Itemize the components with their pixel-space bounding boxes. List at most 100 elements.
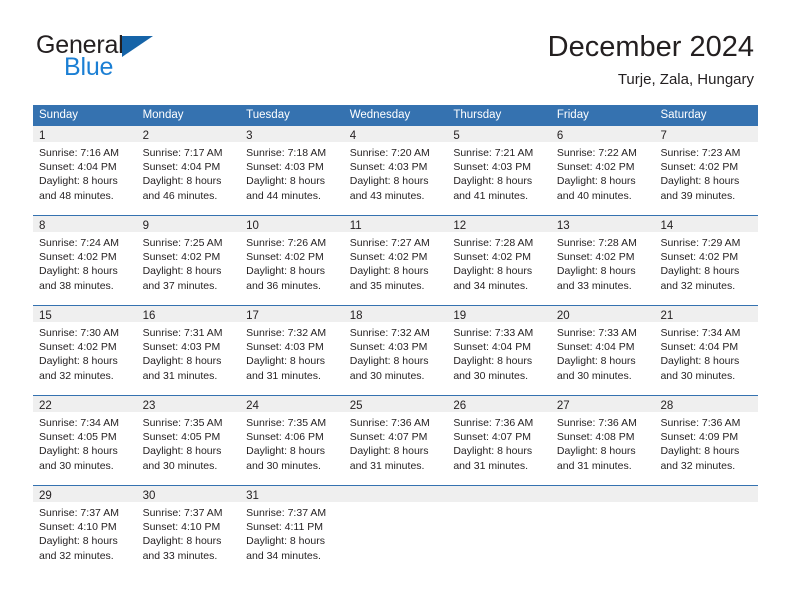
day-cell[interactable]: 3 Sunrise: 7:18 AM Sunset: 4:03 PM Dayli… [240, 126, 344, 215]
daylight-text-line2: and 37 minutes. [142, 279, 218, 292]
daylight-text-line2: and 31 minutes. [453, 459, 529, 472]
day-details: Sunrise: 7:28 AM Sunset: 4:02 PM Dayligh… [447, 232, 551, 293]
day-number: 15 [39, 310, 52, 322]
daylight-text-line2: and 30 minutes. [39, 459, 114, 472]
sunset-text: Sunset: 4:03 PM [349, 341, 428, 354]
day-cell[interactable]: 19 Sunrise: 7:33 AM Sunset: 4:04 PM Dayl… [447, 306, 551, 395]
day-number: 22 [39, 400, 52, 412]
day-number: 25 [349, 400, 363, 412]
day-cell[interactable]: 16 Sunrise: 7:31 AM Sunset: 4:03 PM Dayl… [136, 306, 241, 395]
daylight-text-line2: and 30 minutes. [142, 459, 218, 472]
day-cell[interactable]: 7 Sunrise: 7:23 AM Sunset: 4:02 PM Dayli… [654, 126, 759, 215]
day-cell[interactable]: 20 Sunrise: 7:33 AM Sunset: 4:04 PM Dayl… [550, 306, 655, 395]
day-cell[interactable]: 11 Sunrise: 7:27 AM Sunset: 4:02 PM Dayl… [343, 216, 448, 305]
day-number-band [550, 486, 655, 502]
daylight-text-line1: Daylight: 8 hours [556, 355, 636, 368]
day-cell[interactable]: 25 Sunrise: 7:36 AM Sunset: 4:07 PM Dayl… [343, 396, 448, 485]
sunrise-text: Sunrise: 7:37 AM [142, 507, 223, 519]
day-cell[interactable]: 23 Sunrise: 7:35 AM Sunset: 4:05 PM Dayl… [136, 396, 241, 485]
week-row: 15 Sunrise: 7:30 AM Sunset: 4:02 PM Dayl… [33, 305, 759, 395]
daylight-text-line2: and 31 minutes. [349, 459, 425, 472]
day-cell[interactable]: 30 Sunrise: 7:37 AM Sunset: 4:10 PM Dayl… [136, 486, 241, 575]
day-number-band: 22 [33, 396, 137, 412]
day-cell[interactable]: 22 Sunrise: 7:34 AM Sunset: 4:05 PM Dayl… [33, 396, 137, 485]
daylight-text-line1: Daylight: 8 hours [453, 265, 533, 278]
day-number-band: 25 [343, 396, 448, 412]
day-number: 8 [39, 220, 46, 232]
day-cell-empty [550, 486, 655, 575]
day-number-band: 1 [33, 126, 137, 142]
day-details: Sunrise: 7:32 AM Sunset: 4:03 PM Dayligh… [240, 322, 344, 383]
sunset-text: Sunset: 4:09 PM [660, 431, 739, 444]
day-number-band: 15 [33, 306, 137, 322]
day-cell[interactable]: 26 Sunrise: 7:36 AM Sunset: 4:07 PM Dayl… [447, 396, 551, 485]
day-cell[interactable]: 12 Sunrise: 7:28 AM Sunset: 4:02 PM Dayl… [447, 216, 551, 305]
day-number-band: 5 [447, 126, 551, 142]
day-cell[interactable]: 4 Sunrise: 7:20 AM Sunset: 4:03 PM Dayli… [343, 126, 448, 215]
sunrise-text: Sunrise: 7:17 AM [142, 147, 223, 159]
day-number-band: 27 [550, 396, 655, 412]
day-cell[interactable]: 29 Sunrise: 7:37 AM Sunset: 4:10 PM Dayl… [33, 486, 137, 575]
day-cell[interactable]: 5 Sunrise: 7:21 AM Sunset: 4:03 PM Dayli… [447, 126, 551, 215]
day-number: 14 [660, 220, 674, 232]
sunrise-text: Sunrise: 7:26 AM [246, 237, 327, 249]
day-number: 24 [246, 400, 259, 412]
day-number-band: 20 [550, 306, 655, 322]
day-number: 23 [142, 400, 156, 412]
sunset-text: Sunset: 4:04 PM [556, 341, 635, 354]
daylight-text-line2: and 32 minutes. [39, 549, 114, 562]
daylight-text-line1: Daylight: 8 hours [246, 175, 325, 188]
general-blue-logo[interactable]: General Blue [36, 33, 276, 89]
day-details: Sunrise: 7:17 AM Sunset: 4:04 PM Dayligh… [137, 142, 241, 203]
daylight-text-line1: Daylight: 8 hours [556, 175, 636, 188]
daylight-text-line2: and 30 minutes. [556, 369, 632, 382]
day-details: Sunrise: 7:22 AM Sunset: 4:02 PM Dayligh… [551, 142, 655, 203]
day-cell[interactable]: 27 Sunrise: 7:36 AM Sunset: 4:08 PM Dayl… [550, 396, 655, 485]
weekday-wednesday: Wednesday [349, 109, 411, 121]
day-number: 5 [453, 130, 460, 142]
day-cell[interactable]: 9 Sunrise: 7:25 AM Sunset: 4:02 PM Dayli… [136, 216, 241, 305]
sunset-text: Sunset: 4:02 PM [556, 251, 635, 264]
day-number: 29 [39, 490, 52, 502]
sunrise-text: Sunrise: 7:36 AM [453, 417, 534, 429]
day-number-band: 19 [447, 306, 551, 322]
day-cell[interactable]: 10 Sunrise: 7:26 AM Sunset: 4:02 PM Dayl… [240, 216, 344, 305]
day-cell[interactable]: 6 Sunrise: 7:22 AM Sunset: 4:02 PM Dayli… [550, 126, 655, 215]
daylight-text-line2: and 35 minutes. [349, 279, 425, 292]
daylight-text-line1: Daylight: 8 hours [349, 175, 429, 188]
day-cell[interactable]: 2 Sunrise: 7:17 AM Sunset: 4:04 PM Dayli… [136, 126, 241, 215]
day-cell[interactable]: 14 Sunrise: 7:29 AM Sunset: 4:02 PM Dayl… [654, 216, 759, 305]
day-details: Sunrise: 7:18 AM Sunset: 4:03 PM Dayligh… [240, 142, 344, 203]
day-cell[interactable]: 13 Sunrise: 7:28 AM Sunset: 4:02 PM Dayl… [550, 216, 655, 305]
daylight-text-line1: Daylight: 8 hours [142, 175, 222, 188]
sunrise-text: Sunrise: 7:36 AM [660, 417, 741, 429]
day-number-band: 2 [136, 126, 241, 142]
day-number: 30 [142, 490, 156, 502]
day-cell[interactable]: 1 Sunrise: 7:16 AM Sunset: 4:04 PM Dayli… [33, 126, 137, 215]
daylight-text-line2: and 31 minutes. [556, 459, 632, 472]
daylight-text-line2: and 31 minutes. [246, 369, 321, 382]
sunset-text: Sunset: 4:02 PM [660, 161, 739, 174]
day-cell[interactable]: 31 Sunrise: 7:37 AM Sunset: 4:11 PM Dayl… [240, 486, 344, 575]
day-number-band: 7 [654, 126, 759, 142]
day-cell[interactable]: 17 Sunrise: 7:32 AM Sunset: 4:03 PM Dayl… [240, 306, 344, 395]
sunset-text: Sunset: 4:04 PM [142, 161, 221, 174]
sunset-text: Sunset: 4:02 PM [453, 251, 531, 264]
weekday-saturday: Saturday [660, 109, 707, 121]
sunrise-text: Sunrise: 7:28 AM [556, 237, 637, 249]
sunset-text: Sunset: 4:07 PM [349, 431, 428, 444]
day-number-band: 18 [343, 306, 448, 322]
day-details: Sunrise: 7:33 AM Sunset: 4:04 PM Dayligh… [447, 322, 551, 383]
day-cell[interactable]: 8 Sunrise: 7:24 AM Sunset: 4:02 PM Dayli… [33, 216, 137, 305]
daylight-text-line2: and 46 minutes. [142, 189, 218, 202]
weekday-monday: Monday [142, 109, 184, 121]
day-cell[interactable]: 18 Sunrise: 7:32 AM Sunset: 4:03 PM Dayl… [343, 306, 448, 395]
sunset-text: Sunset: 4:02 PM [349, 251, 428, 264]
day-cell[interactable]: 28 Sunrise: 7:36 AM Sunset: 4:09 PM Dayl… [654, 396, 759, 485]
day-cell[interactable]: 21 Sunrise: 7:34 AM Sunset: 4:04 PM Dayl… [654, 306, 759, 395]
day-cell[interactable]: 24 Sunrise: 7:35 AM Sunset: 4:06 PM Dayl… [240, 396, 344, 485]
daylight-text-line1: Daylight: 8 hours [39, 535, 118, 548]
daylight-text-line2: and 30 minutes. [660, 369, 736, 382]
sunset-text: Sunset: 4:10 PM [39, 521, 117, 534]
day-cell[interactable]: 15 Sunrise: 7:30 AM Sunset: 4:02 PM Dayl… [33, 306, 137, 395]
